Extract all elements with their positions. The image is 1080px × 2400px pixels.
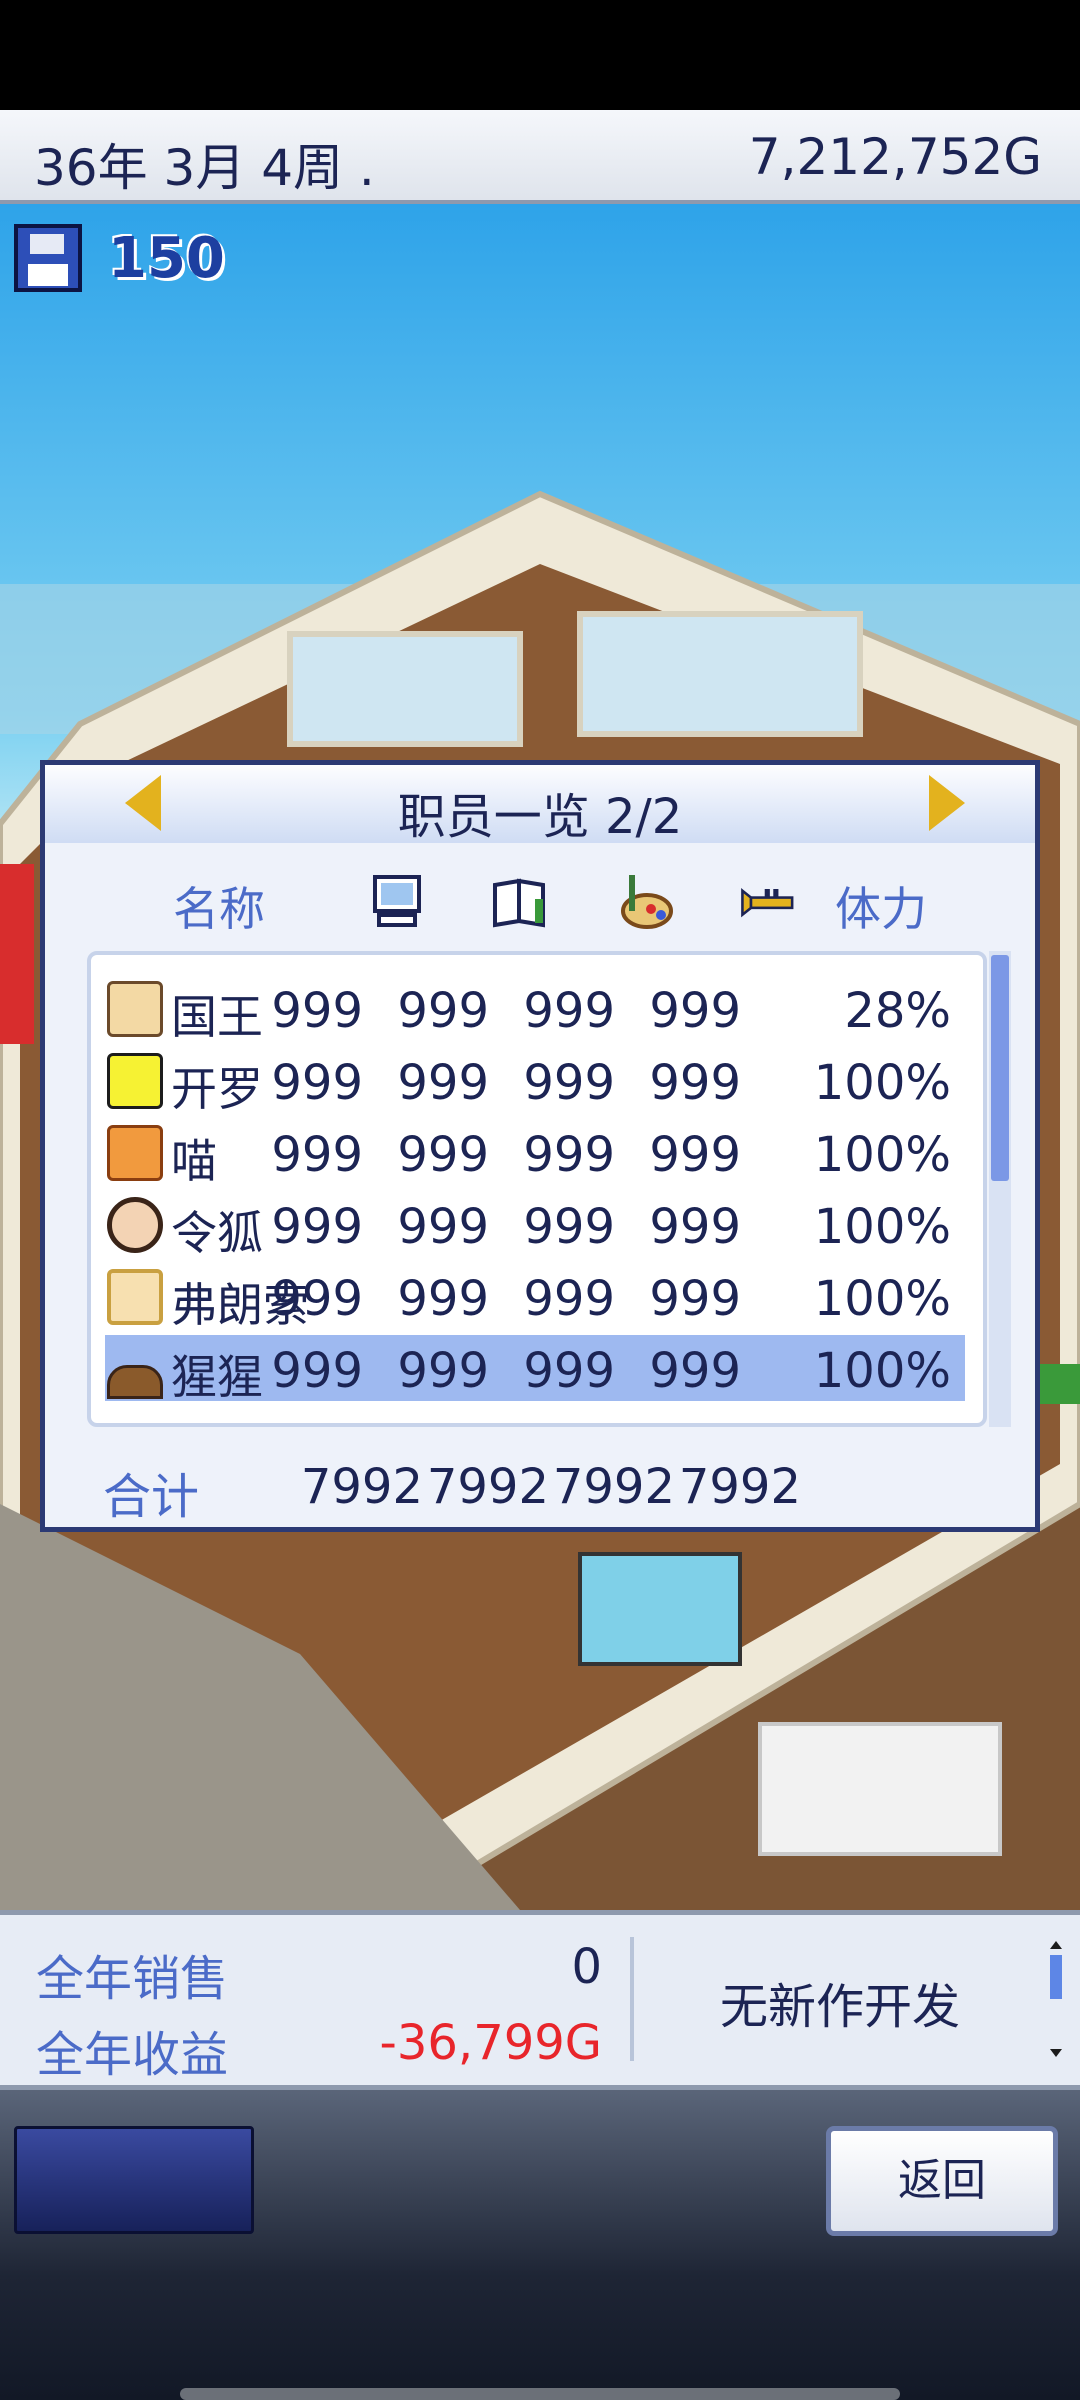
staff-name: 国王 (171, 990, 263, 1044)
stat-programming: 999 (271, 1055, 363, 1111)
stat-scenario: 999 (397, 983, 489, 1039)
stat-programming: 999 (271, 1271, 363, 1327)
staff-avatar-icon (107, 1125, 163, 1181)
annual-sales-value: 0 (571, 1939, 602, 1995)
panel-header: 职员一览 2/2 (45, 765, 1035, 845)
staff-list-panel: 职员一览 2/2 名称 体力 国王 999 999 999 999 28% 开罗… (40, 760, 1040, 1532)
stat-sound: 999 (649, 1271, 741, 1327)
stat-scenario: 999 (397, 1127, 489, 1183)
staff-avatar-icon (107, 1053, 163, 1109)
staff-name: 猩猩 (171, 1350, 263, 1404)
stat-stamina: 100% (813, 1199, 951, 1255)
panel-title: 职员一览 2/2 (397, 789, 683, 845)
stat-sound: 999 (649, 1343, 741, 1399)
divider (630, 1937, 634, 2061)
column-name-header: 名称 (173, 882, 265, 936)
stat-scenario: 999 (397, 1343, 489, 1399)
stat-graphics: 999 (523, 1199, 615, 1255)
message-scrollbar[interactable] (1048, 1939, 1064, 2059)
stat-graphics: 999 (523, 983, 615, 1039)
staff-name: 开罗 (171, 1062, 263, 1116)
stat-sound: 999 (649, 1055, 741, 1111)
annual-profit-value: -36,799G (379, 2015, 602, 2071)
staff-list[interactable]: 国王 999 999 999 999 28% 开罗 999 999 999 99… (87, 951, 987, 1427)
computer-icon (373, 875, 421, 927)
stat-graphics: 999 (523, 1055, 615, 1111)
sales-info-bar: 全年销售 0 全年收益 -36,799G 无新作开发 (0, 1910, 1080, 2090)
system-nav-handle[interactable] (180, 2388, 900, 2400)
development-status: 无新作开发 (719, 1979, 960, 2035)
stat-stamina: 100% (813, 1343, 951, 1399)
total-label: 合计 (103, 1469, 200, 1525)
annual-profit-label: 全年收益 (36, 2027, 229, 2083)
staff-row[interactable]: 令狐 999 999 999 999 100% (105, 1191, 965, 1260)
staff-row[interactable]: 喵 999 999 999 999 100% (105, 1119, 965, 1188)
total-sound: 7992 (678, 1459, 801, 1515)
staff-row-selected[interactable]: 猩猩 999 999 999 999 100% (105, 1335, 965, 1404)
next-page-arrow-icon[interactable] (929, 775, 965, 831)
staff-name: 喵 (171, 1134, 217, 1188)
staff-avatar-icon (107, 981, 163, 1037)
staff-name: 令狐 (171, 1206, 263, 1260)
stat-sound: 999 (649, 1127, 741, 1183)
stat-sound: 999 (649, 1199, 741, 1255)
bottom-command-bar: 返回 (0, 2090, 1080, 2400)
stat-stamina: 100% (813, 1271, 951, 1327)
staff-row[interactable]: 开罗 999 999 999 999 100% (105, 1047, 965, 1116)
back-button[interactable]: 返回 (826, 2126, 1058, 2236)
status-bar (0, 0, 1080, 110)
stat-programming: 999 (271, 1127, 363, 1183)
stat-scenario: 999 (397, 1055, 489, 1111)
game-date: 36年 3月 4周 . (34, 139, 375, 197)
save-count: 150 (108, 225, 225, 291)
staff-avatar-icon (107, 1197, 163, 1253)
stat-graphics: 999 (523, 1343, 615, 1399)
stat-scenario: 999 (397, 1199, 489, 1255)
annual-sales-label: 全年销售 (36, 1951, 229, 2007)
paint-palette-icon (621, 875, 673, 929)
total-graphics: 7992 (552, 1459, 675, 1515)
menu-button[interactable] (14, 2126, 254, 2234)
stat-graphics: 999 (523, 1127, 615, 1183)
stat-programming: 999 (271, 1343, 363, 1399)
stat-scenario: 999 (397, 1271, 489, 1327)
stat-stamina: 28% (844, 983, 951, 1039)
staff-avatar-icon (107, 1365, 163, 1399)
total-programming: 7992 (300, 1459, 423, 1515)
staff-list-scrollbar[interactable] (989, 951, 1011, 1427)
scrollbar-thumb[interactable] (991, 955, 1009, 1181)
staff-row[interactable]: 弗朗索 999 999 999 999 100% (105, 1263, 965, 1332)
stat-programming: 999 (271, 1199, 363, 1255)
money-display: 7,212,752G (748, 128, 1042, 186)
staff-row[interactable]: 国王 999 999 999 999 28% (105, 975, 965, 1044)
floppy-disk-icon (14, 224, 82, 292)
trumpet-icon (741, 888, 794, 918)
stat-stamina: 100% (813, 1127, 951, 1183)
stat-sound: 999 (649, 983, 741, 1039)
notebook-icon (493, 878, 545, 928)
top-info-bar: 36年 3月 4周 . 7,212,752G (0, 110, 1080, 204)
stat-programming: 999 (271, 983, 363, 1039)
stat-graphics: 999 (523, 1271, 615, 1327)
total-scenario: 7992 (426, 1459, 549, 1515)
column-stamina-header: 体力 (835, 882, 927, 936)
staff-avatar-icon (107, 1269, 163, 1325)
save-counter: 150 (14, 224, 225, 292)
stat-stamina: 100% (813, 1055, 951, 1111)
